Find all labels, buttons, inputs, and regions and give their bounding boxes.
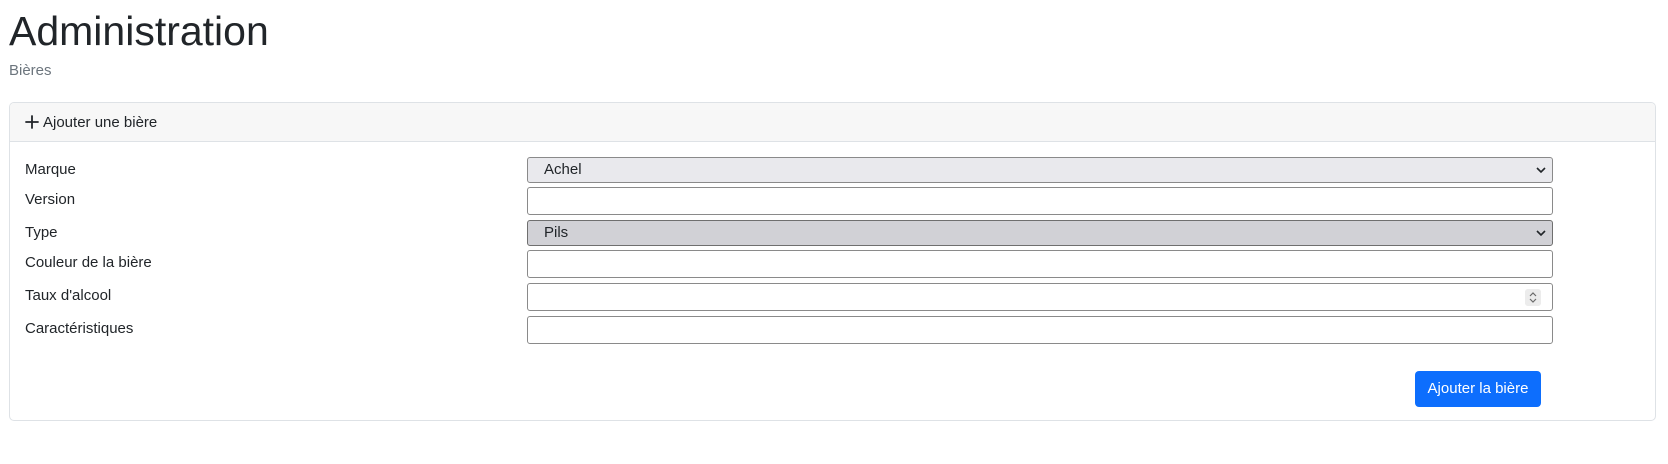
alcool-number-input[interactable] [527,283,1553,311]
chevron-down-icon [1536,167,1546,174]
card-header-label: Ajouter une bière [43,114,158,131]
caracteristiques-input[interactable] [527,316,1553,344]
version-input[interactable] [527,187,1553,215]
plus-icon [25,115,39,129]
spinner-icon[interactable] [1525,289,1541,306]
breadcrumb[interactable]: Bières [9,62,52,80]
alcool-label: Taux d'alcool [25,287,112,304]
admin-page: Administration Bières Ajouter une bière … [0,0,1668,464]
type-select[interactable]: Pils [527,220,1553,246]
marque-label: Marque [25,161,76,178]
type-label: Type [25,224,58,241]
couleur-label: Couleur de la bière [25,254,152,271]
caracteristiques-label: Caractéristiques [25,320,134,337]
marque-select[interactable]: Achel [527,157,1553,183]
couleur-input[interactable] [527,250,1553,278]
page-title: Administration [9,8,269,54]
card-header[interactable]: Ajouter une bière [10,103,1655,142]
add-beer-card: Ajouter une bière Marque Achel Version T… [9,102,1656,421]
type-select-value: Pils [544,224,569,241]
add-beer-button[interactable]: Ajouter la bière [1415,371,1541,407]
version-label: Version [25,191,76,208]
marque-select-value: Achel [544,161,582,178]
chevron-down-icon [1536,230,1546,237]
